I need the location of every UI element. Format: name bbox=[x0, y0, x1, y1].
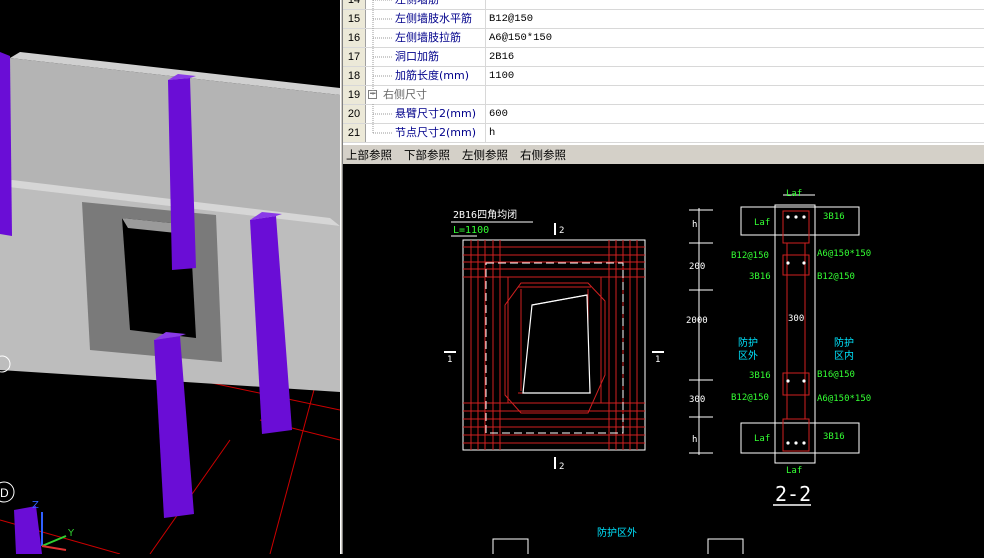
row-number: 14 bbox=[343, 0, 366, 9]
y-axis bbox=[41, 535, 67, 547]
rebar-label: 3B16 bbox=[823, 432, 845, 442]
dim-2000: 2000 bbox=[686, 316, 708, 326]
zone-outside-label: 防护区外 bbox=[597, 526, 637, 539]
row-number: 18 bbox=[343, 67, 366, 85]
row-number: 21 bbox=[343, 124, 366, 142]
section-mark-label: 2 bbox=[559, 462, 564, 472]
prop-row-18[interactable]: 18 加筋长度(mm) 1100 bbox=[343, 67, 984, 86]
dim-h: h bbox=[692, 435, 697, 445]
prop-value bbox=[485, 86, 984, 104]
prop-value[interactable]: 1100 bbox=[485, 67, 984, 85]
laf-label: Laf bbox=[786, 189, 802, 199]
prop-row-19[interactable]: 19 − 右侧尺寸 bbox=[343, 86, 984, 105]
rebar-label: 3B16 bbox=[749, 272, 771, 282]
section-mark-label: 2 bbox=[559, 226, 564, 236]
rebar-label: A6@150*150 bbox=[817, 394, 871, 404]
rebar-length-note: L=1100 bbox=[453, 225, 489, 236]
zone-label: 防护 bbox=[738, 336, 758, 349]
rebar-dots bbox=[786, 215, 806, 445]
prop-row-21[interactable]: 21 节点尺寸2(mm) h bbox=[343, 124, 984, 143]
cad-drawing[interactable]: 2 2 1 1 2B16四角均闭 L=1100 h 200 2000 300 h bbox=[343, 165, 984, 554]
column bbox=[14, 506, 42, 554]
prop-value[interactable]: 2B16 bbox=[485, 48, 984, 66]
rebar-label: 3B16 bbox=[749, 371, 771, 381]
prop-value[interactable] bbox=[485, 0, 984, 9]
prop-group-name: 右侧尺寸 bbox=[383, 88, 427, 101]
laf-label: Laf bbox=[754, 218, 770, 228]
laf-label: Laf bbox=[754, 434, 770, 444]
dim-h: h bbox=[692, 220, 697, 230]
prop-row-16[interactable]: 16 左侧墙肢拉筋 A6@150*150 bbox=[343, 29, 984, 48]
marker-d-label: D bbox=[0, 486, 9, 500]
prop-value[interactable]: 600 bbox=[485, 105, 984, 123]
laf-label: Laf bbox=[786, 466, 802, 476]
row-number: 15 bbox=[343, 10, 366, 28]
zone-label: 区内 bbox=[834, 349, 854, 362]
rebar-label: B12@150 bbox=[731, 251, 769, 261]
reference-toolbar: 上部参照 下部参照 左侧参照 右侧参照 bbox=[343, 144, 984, 164]
section-mark-label: 1 bbox=[655, 355, 660, 365]
prop-row-14[interactable]: 14 左侧墙筋 bbox=[343, 0, 984, 10]
opening-rebar-note: 2B16四角均闭 bbox=[453, 208, 517, 221]
prop-row-20[interactable]: 20 悬臂尺寸2(mm) 600 bbox=[343, 105, 984, 124]
prop-value[interactable]: A6@150*150 bbox=[485, 29, 984, 47]
left-reference-button[interactable]: 左侧参照 bbox=[462, 147, 508, 163]
dim-300-label: 300 bbox=[788, 314, 804, 324]
section-title: 2-2 bbox=[775, 482, 811, 506]
x-axis bbox=[41, 545, 67, 551]
zone-label: 区外 bbox=[738, 350, 758, 362]
dim-200: 200 bbox=[689, 262, 705, 272]
column bbox=[0, 52, 12, 236]
dim-300: 300 bbox=[689, 395, 705, 405]
rebar-label: 3B16 bbox=[823, 212, 845, 222]
row-number: 17 bbox=[343, 48, 366, 66]
bottom-reference-button[interactable]: 下部参照 bbox=[404, 147, 450, 163]
rebar-label: B16@150 bbox=[817, 370, 855, 380]
z-axis-label: Z bbox=[32, 500, 39, 511]
rebar-label: B12@150 bbox=[731, 393, 769, 403]
section-rebar bbox=[782, 210, 810, 452]
bottom-partial-drawing bbox=[492, 538, 744, 554]
section-2-2 bbox=[740, 194, 860, 464]
row-number: 19 bbox=[343, 86, 366, 104]
rebar-label: B12@150 bbox=[817, 272, 855, 282]
prop-value[interactable]: h bbox=[485, 124, 984, 142]
3d-scene[interactable]: D Z Y bbox=[0, 0, 340, 554]
tree-lines bbox=[372, 0, 393, 134]
rebar-label: A6@150*150 bbox=[817, 249, 871, 259]
top-reference-button[interactable]: 上部参照 bbox=[346, 147, 392, 163]
row-number: 16 bbox=[343, 29, 366, 47]
prop-row-17[interactable]: 17 洞口加筋 2B16 bbox=[343, 48, 984, 67]
zone-label: 防护 bbox=[834, 336, 854, 349]
opening-outline bbox=[522, 294, 591, 394]
y-axis-label: Y bbox=[67, 528, 75, 539]
row-number: 20 bbox=[343, 105, 366, 123]
right-pane: 14 左侧墙筋 15 左侧墙肢水平筋 B12@150 16 左侧墙肢拉筋 A6@… bbox=[343, 0, 984, 554]
prop-row-15[interactable]: 15 左侧墙肢水平筋 B12@150 bbox=[343, 10, 984, 29]
dimension-chain bbox=[689, 208, 713, 455]
3d-viewport[interactable]: D Z Y bbox=[0, 0, 340, 554]
prop-value[interactable]: B12@150 bbox=[485, 10, 984, 28]
cad-canvas: 2 2 1 1 2B16四角均闭 L=1100 h 200 2000 300 h bbox=[444, 189, 871, 554]
right-reference-button[interactable]: 右侧参照 bbox=[520, 147, 566, 163]
property-grid[interactable]: 14 左侧墙筋 15 左侧墙肢水平筋 B12@150 16 左侧墙肢拉筋 A6@… bbox=[343, 0, 984, 145]
section-mark-label: 1 bbox=[447, 355, 452, 365]
